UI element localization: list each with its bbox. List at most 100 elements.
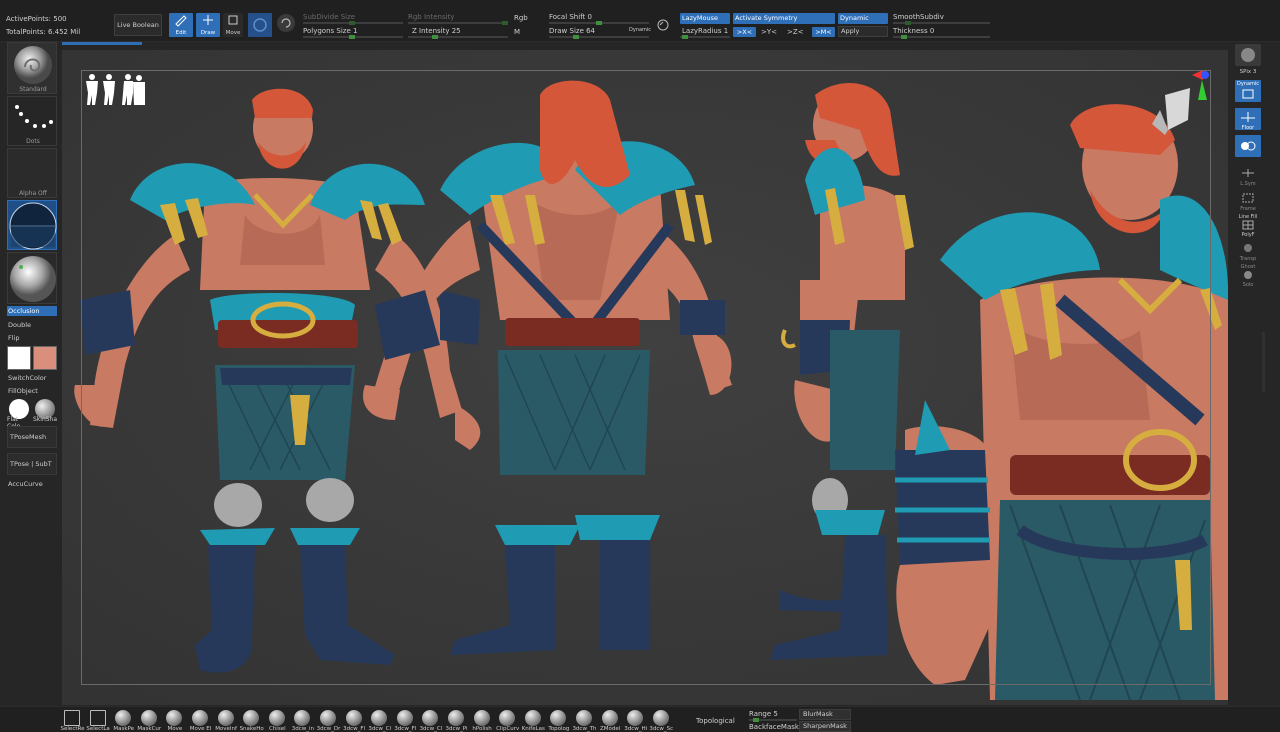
brush-item[interactable]: SelectLa	[86, 709, 111, 732]
switch-color-button[interactable]: SwitchColor	[7, 373, 57, 383]
symmetry-y-button[interactable]: >Y<	[761, 28, 777, 36]
brush-item[interactable]: SelectRe	[60, 709, 85, 732]
stroke-selector[interactable]: Dots	[7, 96, 57, 146]
live-boolean-button[interactable]: Live Boolean	[114, 14, 162, 36]
activate-symmetry-button[interactable]: Activate Symmetry	[733, 13, 835, 24]
scale-button[interactable]	[248, 13, 272, 37]
local-button[interactable]	[1235, 135, 1261, 157]
brush-label: SelectLa	[86, 726, 110, 732]
brush-item[interactable]: 3dcw_in	[290, 709, 315, 732]
lazy-radius-slider[interactable]	[680, 35, 730, 39]
brush-item[interactable]: 3dcw_Sc	[649, 709, 674, 732]
blur-mask-button[interactable]: BlurMask	[799, 709, 851, 720]
alpha-selector[interactable]: Alpha Off	[7, 148, 57, 198]
texture-selector[interactable]	[7, 252, 57, 304]
brush-item[interactable]: ClipCurv	[495, 709, 520, 732]
occlusion-button[interactable]: Occlusion	[7, 306, 57, 316]
backface-mask-toggle[interactable]: BackfaceMask	[749, 723, 799, 731]
floor-button[interactable]: Floor	[1235, 108, 1261, 131]
draw-button[interactable]: Draw	[196, 13, 220, 37]
draw-size-slider[interactable]	[549, 35, 649, 39]
bpr-button[interactable]	[1235, 44, 1261, 66]
focal-shift-slider[interactable]	[549, 21, 649, 25]
thickness-slider[interactable]	[893, 35, 990, 39]
polygons-size-slider[interactable]	[303, 35, 403, 39]
smooth-subdiv-slider[interactable]	[893, 21, 990, 25]
brush-item[interactable]: Move	[162, 709, 187, 732]
brush-item[interactable]: 3dcw_Th	[572, 709, 597, 732]
focal-shift-label: Focal Shift 0	[549, 13, 592, 21]
fill-object-button[interactable]: FillObject	[7, 386, 57, 396]
rgb-intensity-slider[interactable]	[408, 21, 508, 25]
brush-label: MaskPe	[113, 726, 135, 732]
double-button[interactable]: Double	[7, 320, 57, 330]
brush-item[interactable]: SnakeHo	[239, 709, 264, 732]
brush-item[interactable]: ZModel	[598, 709, 623, 732]
rotate-button[interactable]	[277, 14, 295, 32]
frame-button[interactable]: Frame	[1235, 192, 1261, 212]
brush-item[interactable]: 3dcw_Pi	[444, 709, 469, 732]
subdivide-size-slider[interactable]	[303, 21, 403, 25]
brush-item[interactable]: MaskPe	[111, 709, 136, 732]
brush-item[interactable]: 3dcw_Fl	[393, 709, 418, 732]
floor-label: Floor	[1241, 125, 1255, 131]
dots-stroke-icon	[15, 105, 53, 128]
brush-item[interactable]: 3dcw_Fl	[342, 709, 367, 732]
brush-label: Move	[167, 726, 183, 732]
brush-icon	[499, 710, 516, 726]
right-scrollbar[interactable]	[1262, 332, 1265, 392]
range-slider[interactable]	[749, 718, 797, 722]
flip-button[interactable]: Flip	[7, 333, 57, 343]
move-button[interactable]: Move	[223, 13, 243, 37]
secondary-color-swatch[interactable]	[33, 346, 57, 370]
symmetry-x-button[interactable]: >X<	[733, 27, 756, 37]
brush-item[interactable]: hPolish	[470, 709, 495, 732]
rgb-toggle[interactable]: Rgb	[514, 14, 528, 22]
brush-label: SelectRe	[60, 726, 85, 732]
brush-shelf: SelectRe SelectLa MaskPe MaskCur Move Move El…	[0, 706, 1280, 732]
lazy-mouse-button[interactable]: LazyMouse	[680, 13, 730, 24]
brush-item[interactable]: MoveInf	[214, 709, 239, 732]
lightbox-button[interactable]	[657, 19, 671, 33]
transp-button[interactable]: Transp	[1235, 242, 1261, 262]
dynamic-button[interactable]: Dynamic	[838, 13, 888, 24]
primary-color-swatch[interactable]	[7, 346, 31, 370]
lsym-icon	[1242, 169, 1254, 177]
brush-item[interactable]: Move El	[188, 709, 213, 732]
brush-item[interactable]: Chisel	[265, 709, 290, 732]
lsym-button[interactable]: L.Sym	[1235, 167, 1261, 187]
accucurve-button[interactable]: AccuCurve	[7, 479, 57, 489]
matcap-sphere-icon	[9, 202, 57, 250]
solo-button[interactable]: Ghost Solo	[1235, 264, 1261, 288]
tpose-subt-button[interactable]: TPose | SubT	[7, 453, 57, 475]
brush-item[interactable]: KnifeLas	[521, 709, 546, 732]
lsym-label: L.Sym	[1240, 181, 1256, 187]
z-intensity-slider[interactable]	[408, 35, 508, 39]
symmetry-z-button[interactable]: >Z<	[787, 28, 804, 36]
tpose-mesh-button[interactable]: TPoseMesh	[7, 426, 57, 448]
edit-button[interactable]: Edit	[169, 13, 193, 37]
m-toggle[interactable]: M	[514, 28, 520, 36]
brush-item[interactable]: 3dcw_Cl	[418, 709, 443, 732]
brush-item[interactable]: MaskCur	[137, 709, 162, 732]
brush-icon	[166, 710, 183, 726]
smooth-subdiv-label[interactable]: SmoothSubdiv	[893, 13, 944, 21]
draw-size-dynamic-toggle[interactable]: Dynamic	[629, 27, 651, 33]
polyframe-icon	[1242, 220, 1254, 230]
thickness-label: Thickness 0	[893, 27, 935, 35]
brush-item[interactable]: 3dcw_Cl	[367, 709, 392, 732]
brush-item[interactable]: Topolog	[546, 709, 571, 732]
brush-item[interactable]: 3dcw_Hi	[623, 709, 648, 732]
topological-toggle[interactable]: Topological	[696, 717, 735, 725]
symmetry-m-button[interactable]: >M<	[812, 27, 835, 37]
brush-icon	[320, 710, 336, 726]
brush-item[interactable]: 3dcw_Dr	[316, 709, 341, 732]
brush-selector[interactable]: Standard	[7, 42, 57, 94]
polyf-button[interactable]: Line Fill PolyF	[1235, 214, 1261, 238]
brush-icon	[345, 710, 362, 726]
apply-button[interactable]: Apply	[838, 26, 888, 37]
bpr-render-icon	[1241, 48, 1255, 62]
material-selector[interactable]	[7, 200, 57, 250]
persp-button[interactable]: Dynamic	[1235, 80, 1261, 102]
sharpen-mask-button[interactable]: SharpenMask	[799, 721, 851, 732]
